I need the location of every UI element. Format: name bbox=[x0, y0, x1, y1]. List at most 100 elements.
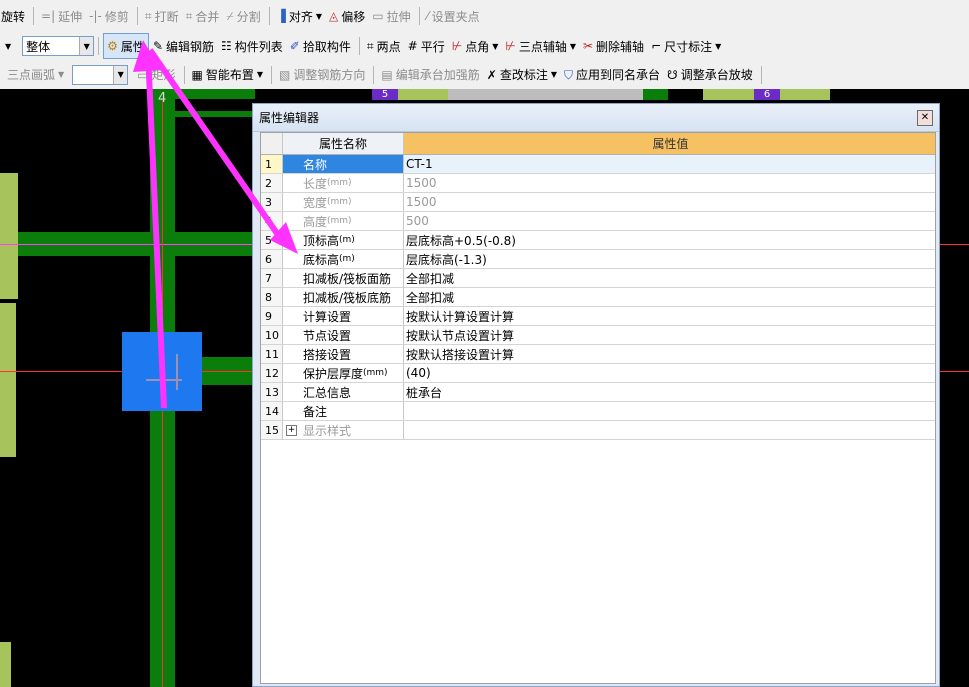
offset-button[interactable]: ◬ 偏移 bbox=[326, 4, 368, 28]
property-row[interactable]: 7 扣减板/筏板面筋 全部扣减 bbox=[261, 269, 935, 288]
trim-button[interactable]: -|- 修剪 bbox=[86, 4, 132, 28]
row-number: 15 bbox=[261, 421, 283, 439]
rotate-button[interactable]: 旋转 bbox=[0, 4, 28, 28]
property-name: + 显示样式 bbox=[283, 421, 404, 439]
apply-same-name-button[interactable]: ⛉ 应用到同名承台 bbox=[561, 63, 663, 87]
drawing-toolbar: 三点画弧 ▼ ▼ ▭ 矩形 ▦ 智能布置 ▼ ▧ 调整钢筋方向 ▤ 编辑承台加强筋 ✗ 查改标… bbox=[0, 60, 969, 90]
adjust-slope-button[interactable]: ☋ 调整承台放坡 bbox=[664, 63, 756, 87]
property-row[interactable]: 3 宽度 (mm) 1500 bbox=[261, 193, 935, 212]
property-name: 汇总信息 bbox=[283, 383, 404, 401]
property-row[interactable]: 13 汇总信息 桩承台 bbox=[261, 383, 935, 402]
property-value[interactable]: 桩承台 bbox=[404, 383, 935, 401]
dimension-button[interactable]: ⌐ 尺寸标注 ▼ bbox=[648, 34, 724, 58]
three-point-axis-button[interactable]: ⊬ 三点辅轴 ▼ bbox=[502, 34, 579, 58]
property-row[interactable]: 15 + 显示样式 bbox=[261, 421, 935, 440]
property-editor-dialog: 属性编辑器 ✕ 属性名称 属性值 1 名称 CT-1 2 长度 (mm) 1500 3 宽度 (m… bbox=[252, 103, 940, 687]
edit-cap-rebar-button[interactable]: ▤ 编辑承台加强筋 bbox=[378, 63, 482, 87]
arc-option-select[interactable]: ▼ bbox=[72, 64, 129, 85]
parallel-button[interactable]: # 平行 bbox=[405, 34, 448, 58]
property-row[interactable]: 4 高度 (mm) 500 bbox=[261, 212, 935, 231]
property-name: 名称 bbox=[283, 155, 404, 173]
property-row[interactable]: 10 节点设置 按默认节点设置计算 bbox=[261, 326, 935, 345]
property-row[interactable]: 5 顶标高 (m) 层底标高+0.5(-0.8) bbox=[261, 231, 935, 250]
property-value[interactable] bbox=[404, 421, 935, 439]
axis-line-right bbox=[940, 244, 969, 245]
pick-component-button[interactable]: ✐ 拾取构件 bbox=[287, 34, 354, 58]
property-name: 顶标高 (m) bbox=[283, 231, 404, 249]
scope-select[interactable]: 整体 ▼ bbox=[22, 36, 95, 56]
property-value[interactable]: CT-1 bbox=[404, 155, 935, 173]
dropdown-arrow-icon: ▼ bbox=[550, 70, 557, 79]
list-icon: ☷ bbox=[221, 39, 232, 53]
top-beam-segment[interactable] bbox=[175, 111, 255, 117]
prev-dropdown-arrow[interactable]: ▼ bbox=[0, 34, 17, 58]
property-value[interactable]: 1500 bbox=[404, 193, 935, 211]
toolbar-separator bbox=[268, 7, 270, 25]
parallel-icon: # bbox=[407, 39, 418, 53]
row-number: 12 bbox=[261, 364, 283, 382]
split-icon: ⌿ bbox=[226, 9, 234, 23]
property-name: 宽度 (mm) bbox=[283, 193, 404, 211]
property-row[interactable]: 11 搭接设置 按默认搭接设置计算 bbox=[261, 345, 935, 364]
property-value[interactable]: 按默认节点设置计算 bbox=[404, 326, 935, 344]
property-value[interactable] bbox=[404, 402, 935, 420]
dropdown-arrow-icon: ▼ bbox=[5, 41, 12, 51]
smart-layout-button[interactable]: ▦ 智能布置 ▼ bbox=[189, 63, 267, 87]
column-block[interactable] bbox=[0, 642, 11, 687]
property-row[interactable]: 2 长度 (mm) 1500 bbox=[261, 174, 935, 193]
component-list-button[interactable]: ☷ 构件列表 bbox=[218, 34, 286, 58]
break-button[interactable]: ⌗ 打断 bbox=[142, 4, 182, 28]
stretch-button[interactable]: ▭ 拉伸 bbox=[369, 4, 413, 28]
property-name: 扣减板/筏板面筋 bbox=[283, 269, 404, 287]
property-row[interactable]: 1 名称 CT-1 bbox=[261, 155, 935, 174]
split-button[interactable]: ⌿ 分割 bbox=[223, 4, 263, 28]
extend-icon: =| bbox=[41, 9, 56, 23]
dropdown-arrow-icon: ▼ bbox=[569, 41, 576, 51]
row-number: 7 bbox=[261, 269, 283, 287]
edit-rebar-icon: ✎ bbox=[152, 39, 163, 53]
property-value[interactable]: 按默认搭接设置计算 bbox=[404, 345, 935, 363]
property-value[interactable]: 全部扣减 bbox=[404, 288, 935, 306]
property-value[interactable]: 500 bbox=[404, 212, 935, 230]
column-block[interactable] bbox=[0, 303, 16, 457]
column-block[interactable] bbox=[0, 173, 18, 299]
edit-rebar-button[interactable]: ✎ 编辑钢筋 bbox=[150, 34, 217, 58]
three-point-axis-icon: ⊬ bbox=[505, 39, 516, 53]
property-row[interactable]: 14 备注 bbox=[261, 402, 935, 421]
property-value[interactable]: 按默认计算设置计算 bbox=[404, 307, 935, 325]
dialog-titlebar[interactable]: 属性编辑器 ✕ bbox=[253, 104, 939, 132]
dropdown-arrow-icon: ▼ bbox=[256, 70, 264, 79]
attribute-button[interactable]: ⚙ 属性 bbox=[103, 33, 149, 59]
pile-cap-marker bbox=[176, 354, 178, 390]
property-row[interactable]: 6 底标高 (m) 层底标高(-1.3) bbox=[261, 250, 935, 269]
delete-axis-button[interactable]: ✂ 删除辅轴 bbox=[580, 34, 647, 58]
top-beam[interactable] bbox=[175, 89, 255, 99]
property-row[interactable]: 8 扣减板/筏板底筋 全部扣减 bbox=[261, 288, 935, 307]
adjust-slope-icon: ☋ bbox=[667, 67, 678, 82]
attribute-icon: ⚙ bbox=[107, 39, 118, 53]
property-row[interactable]: 12 保护层厚度 (mm) (40) bbox=[261, 364, 935, 383]
three-point-arc-button[interactable]: 三点画弧 ▼ bbox=[4, 63, 67, 87]
point-angle-button[interactable]: ⊬ 点角 ▼ bbox=[449, 34, 502, 58]
property-row[interactable]: 9 计算设置 按默认计算设置计算 bbox=[261, 307, 935, 326]
rectangle-button[interactable]: ▭ 矩形 bbox=[134, 63, 178, 87]
adjust-rebar-direction-button[interactable]: ▧ 调整钢筋方向 bbox=[276, 63, 368, 87]
property-value[interactable]: 层底标高+0.5(-0.8) bbox=[404, 231, 935, 249]
property-value[interactable]: 层底标高(-1.3) bbox=[404, 250, 935, 268]
align-button[interactable]: ▐ 对齐 ▼ bbox=[274, 4, 325, 28]
property-value[interactable]: (40) bbox=[404, 364, 935, 382]
dropdown-arrow-icon: ▼ bbox=[715, 41, 722, 51]
row-number: 11 bbox=[261, 345, 283, 363]
merge-button[interactable]: ⌗ 合并 bbox=[183, 4, 223, 28]
close-icon[interactable]: ✕ bbox=[917, 109, 933, 126]
property-value[interactable]: 1500 bbox=[404, 174, 935, 192]
extend-button[interactable]: =| 延伸 bbox=[38, 4, 85, 28]
row-number: 8 bbox=[261, 288, 283, 306]
check-annotation-button[interactable]: ✗ 查改标注 ▼ bbox=[484, 63, 560, 87]
set-grip-button[interactable]: ⁄ 设置夹点 bbox=[424, 4, 483, 28]
pile-cap-ct1[interactable] bbox=[122, 332, 202, 411]
top-band-green bbox=[643, 89, 668, 100]
expand-icon[interactable]: + bbox=[286, 424, 297, 436]
two-points-button[interactable]: ⌗ 两点 bbox=[364, 34, 404, 58]
property-value[interactable]: 全部扣减 bbox=[404, 269, 935, 287]
